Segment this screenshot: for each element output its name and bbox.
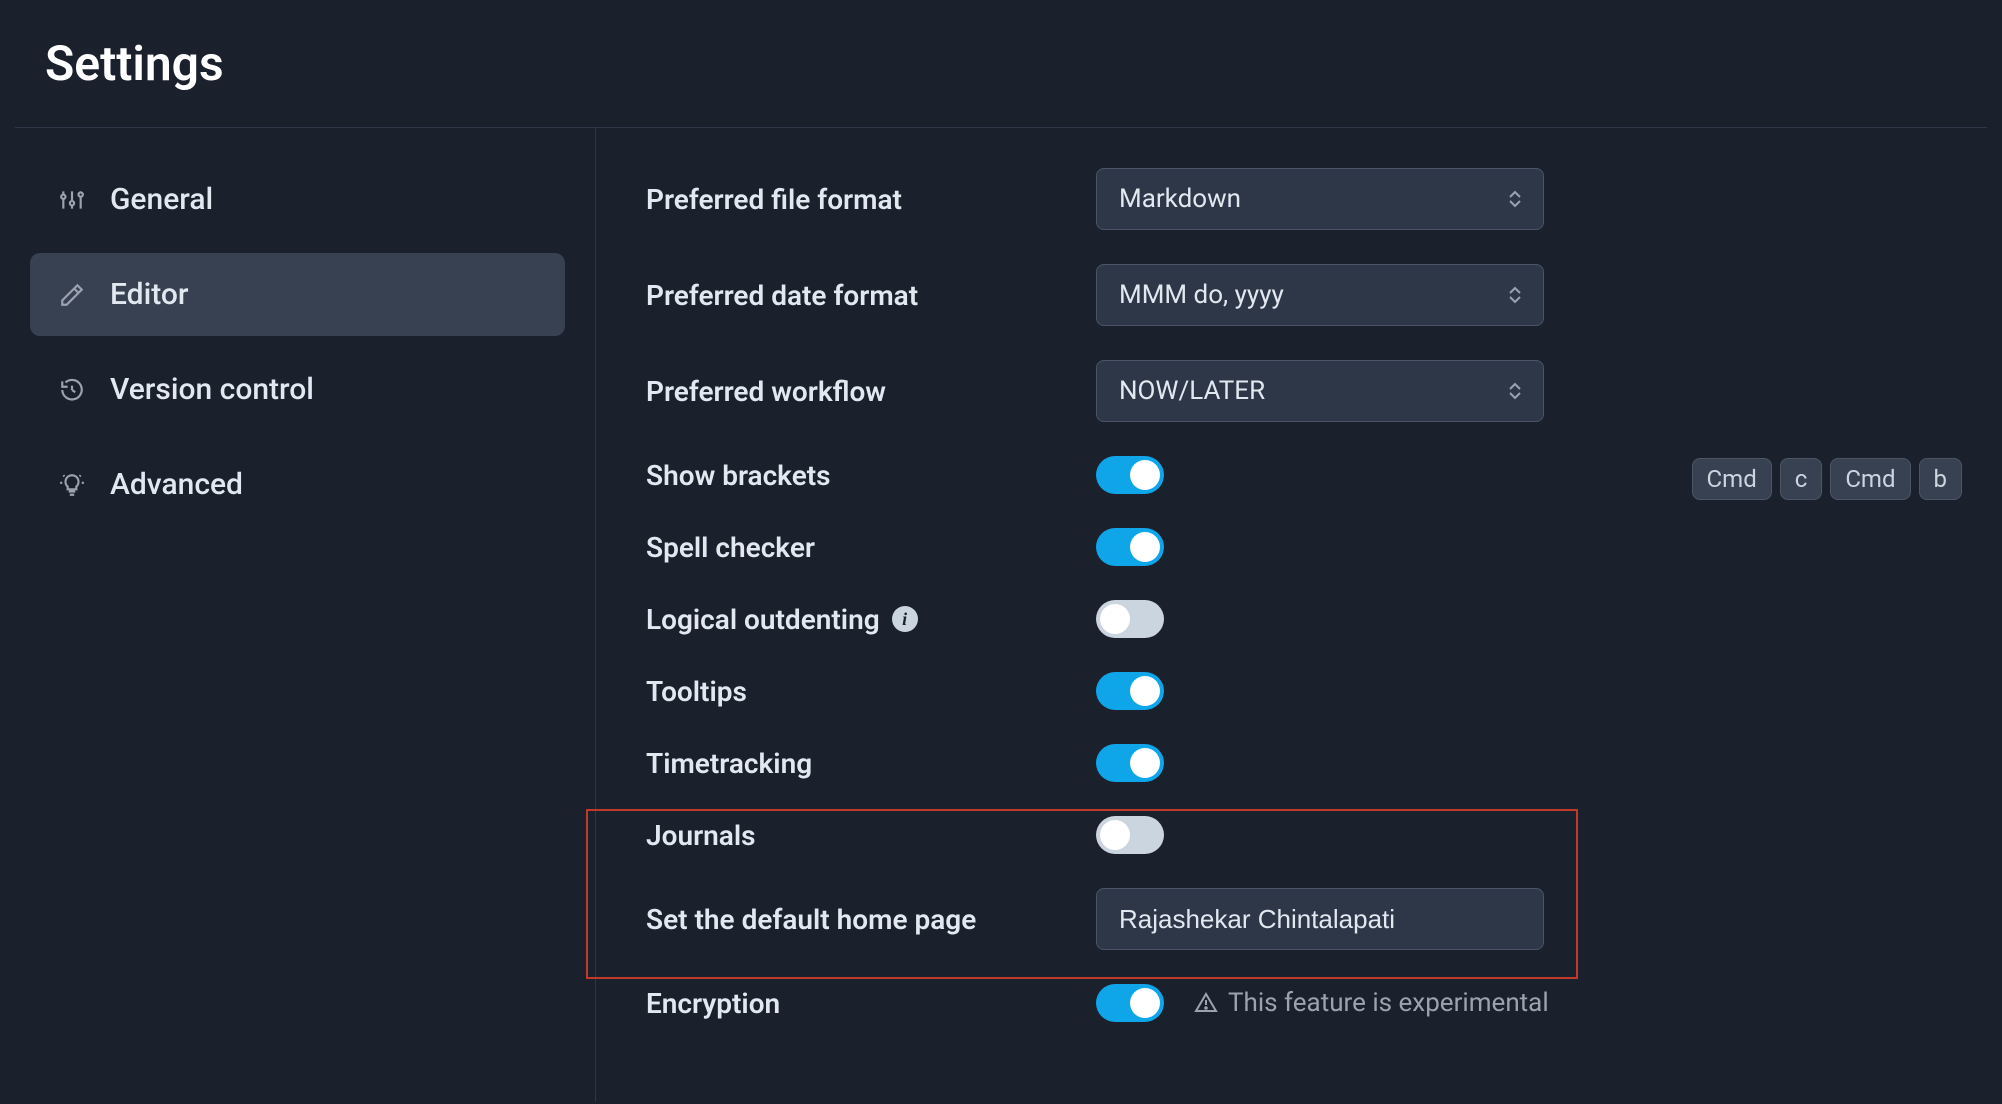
sidebar-item-editor[interactable]: Editor xyxy=(30,253,565,336)
label-spell-checker: Spell checker xyxy=(646,531,1096,564)
lightbulb-icon xyxy=(58,471,86,499)
sidebar-item-general[interactable]: General xyxy=(30,158,565,241)
label-show-brackets: Show brackets xyxy=(646,459,1096,492)
label-logical-outdenting: Logical outdenting i xyxy=(646,603,1096,636)
sliders-icon xyxy=(58,186,86,214)
input-default-home-page[interactable] xyxy=(1096,888,1544,950)
label-preferred-file-format: Preferred file format xyxy=(646,183,1096,216)
sidebar-item-label: Editor xyxy=(110,277,189,312)
label-journals: Journals xyxy=(646,819,1096,852)
toggle-logical-outdenting[interactable] xyxy=(1096,600,1164,638)
label-preferred-date-format: Preferred date format xyxy=(646,279,1096,312)
toggle-show-brackets[interactable] xyxy=(1096,456,1164,494)
keyboard-hint: Cmd c Cmd b xyxy=(1692,458,1962,500)
kbd-key: b xyxy=(1919,458,1962,500)
kbd-key: Cmd xyxy=(1692,458,1772,500)
info-icon[interactable]: i xyxy=(892,606,918,632)
label-default-home-page: Set the default home page xyxy=(646,903,1096,936)
page-title: Settings xyxy=(0,0,2002,127)
row-preferred-workflow: Preferred workflow NOW/LATER xyxy=(646,360,1952,422)
kbd-key: c xyxy=(1780,458,1823,500)
toggle-spell-checker[interactable] xyxy=(1096,528,1164,566)
row-preferred-date-format: Preferred date format MMM do, yyyy xyxy=(646,264,1952,326)
label-timetracking: Timetracking xyxy=(646,747,1096,780)
select-preferred-date-format[interactable]: MMM do, yyyy xyxy=(1096,264,1544,326)
row-tooltips: Tooltips xyxy=(646,672,1952,710)
sidebar-item-label: General xyxy=(110,182,213,217)
chevron-up-down-icon xyxy=(1509,286,1521,304)
sidebar-item-label: Advanced xyxy=(110,467,243,502)
toggle-timetracking[interactable] xyxy=(1096,744,1164,782)
label-preferred-workflow: Preferred workflow xyxy=(646,375,1096,408)
row-logical-outdenting: Logical outdenting i xyxy=(646,600,1952,638)
warning-text: This feature is experimental xyxy=(1228,988,1549,1018)
row-preferred-file-format: Preferred file format Markdown xyxy=(646,168,1952,230)
label-text: Logical outdenting xyxy=(646,603,880,636)
select-value: Markdown xyxy=(1119,184,1241,214)
select-value: NOW/LATER xyxy=(1119,376,1265,406)
main-container: General Editor Version control Advanced … xyxy=(0,128,2002,1102)
row-timetracking: Timetracking xyxy=(646,744,1952,782)
select-value: MMM do, yyyy xyxy=(1119,280,1284,310)
label-encryption: Encryption xyxy=(646,987,1096,1020)
chevron-up-down-icon xyxy=(1509,190,1521,208)
row-encryption: Encryption This feature is experimental xyxy=(646,984,1952,1022)
select-preferred-file-format[interactable]: Markdown xyxy=(1096,168,1544,230)
history-icon xyxy=(58,376,86,404)
row-spell-checker: Spell checker xyxy=(646,528,1952,566)
pencil-ruler-icon xyxy=(58,281,86,309)
encryption-warning: This feature is experimental xyxy=(1194,988,1549,1018)
toggle-journals[interactable] xyxy=(1096,816,1164,854)
sidebar-item-version-control[interactable]: Version control xyxy=(30,348,565,431)
toggle-tooltips[interactable] xyxy=(1096,672,1164,710)
sidebar-item-label: Version control xyxy=(110,372,314,407)
toggle-encryption[interactable] xyxy=(1096,984,1164,1022)
settings-content: Preferred file format Markdown Preferred… xyxy=(596,128,2002,1102)
settings-sidebar: General Editor Version control Advanced xyxy=(0,128,596,1102)
chevron-up-down-icon xyxy=(1509,382,1521,400)
row-default-home-page: Set the default home page xyxy=(646,888,1952,950)
kbd-key: Cmd xyxy=(1830,458,1910,500)
sidebar-item-advanced[interactable]: Advanced xyxy=(30,443,565,526)
row-journals: Journals xyxy=(646,816,1952,854)
label-tooltips: Tooltips xyxy=(646,675,1096,708)
select-preferred-workflow[interactable]: NOW/LATER xyxy=(1096,360,1544,422)
warning-icon xyxy=(1194,991,1218,1015)
